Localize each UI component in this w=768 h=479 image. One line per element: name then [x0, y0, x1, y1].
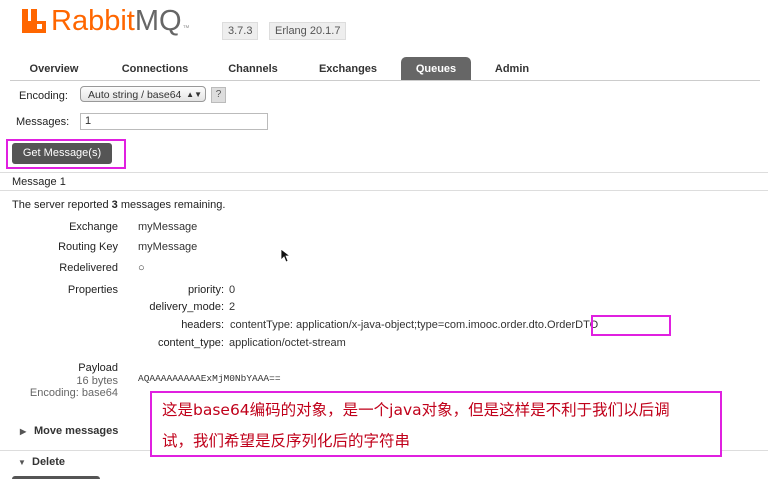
annotation-box: 这是base64编码的对象，是一个java对象，但是这样是不利于我们以后调 试，… [150, 391, 722, 457]
annotation-line-1: 这是base64编码的对象，是一个java对象，但是这样是不利于我们以后调 [162, 401, 670, 419]
divider [0, 190, 768, 191]
tab-queues[interactable]: Queues [401, 57, 471, 80]
help-icon[interactable]: ? [211, 87, 226, 103]
rabbitmq-logo: RabbitMQ ™ [22, 4, 190, 38]
tab-connections[interactable]: Connections [110, 59, 200, 80]
delivery-mode-label: delivery_mode: [149, 301, 224, 313]
routing-key-label: Routing Key [58, 241, 118, 253]
exchange-label: Exchange [69, 221, 118, 233]
messages-label: Messages: [16, 116, 70, 128]
payload-encoding: Encoding: base64 [29, 387, 118, 399]
encoding-label: Encoding: [19, 90, 68, 102]
annotation-line-2: 试，我们希望是反序列化后的字符串 [162, 432, 411, 450]
payload-value: AQAAAAAAAAAExMjM0NbYAAA== [138, 373, 281, 384]
move-messages-toggle[interactable]: ▶ Move messages [20, 425, 118, 437]
remaining-status: The server reported 3 messages remaining… [12, 199, 226, 211]
content-type-label: content_type: [157, 337, 224, 349]
divider [0, 172, 768, 173]
messages-count-input[interactable]: 1 [80, 113, 268, 130]
redelivered-value: ○ [138, 262, 145, 274]
erlang-version-badge: Erlang 20.1.7 [269, 22, 347, 40]
tab-channels[interactable]: Channels [215, 59, 291, 80]
mouse-cursor-icon [280, 248, 290, 263]
tab-overview[interactable]: Overview [16, 59, 92, 80]
message-heading: Message 1 [12, 176, 66, 188]
payload-label: Payload [78, 362, 118, 374]
redelivered-label: Redelivered [59, 262, 118, 274]
select-arrows-icon: ▲▼ [186, 90, 202, 99]
encoding-select[interactable]: Auto string / base64 ▲▼ [80, 86, 206, 102]
delete-toggle[interactable]: ▼ Delete [18, 456, 65, 468]
headers-label: headers: [181, 319, 224, 331]
brand-name: RabbitMQ [51, 5, 182, 37]
exchange-value: myMessage [138, 221, 198, 233]
get-messages-button[interactable]: Get Message(s) [12, 143, 112, 164]
highlight-box-orderdto [591, 315, 671, 336]
version-badge: 3.7.3 [222, 22, 259, 40]
caret-down-icon: ▼ [18, 458, 26, 467]
trademark: ™ [182, 25, 190, 32]
priority-label: priority: [187, 284, 224, 296]
payload-size: 16 bytes [76, 375, 118, 387]
tab-admin[interactable]: Admin [482, 59, 542, 80]
content-type-value: application/octet-stream [229, 337, 346, 349]
caret-right-icon: ▶ [20, 427, 27, 436]
routing-key-value: myMessage [138, 241, 198, 253]
delivery-mode-value: 2 [229, 301, 236, 313]
properties-label: Properties [67, 284, 118, 296]
rabbit-logo-icon [22, 9, 48, 33]
main-nav-tabs: Overview Connections Channels Exchanges … [10, 57, 760, 81]
priority-value: 0 [229, 284, 236, 296]
encoding-select-value: Auto string / base64 [88, 89, 182, 101]
headers-value: contentType: application/x-java-object;t… [230, 319, 599, 331]
tab-exchanges[interactable]: Exchanges [306, 59, 390, 80]
